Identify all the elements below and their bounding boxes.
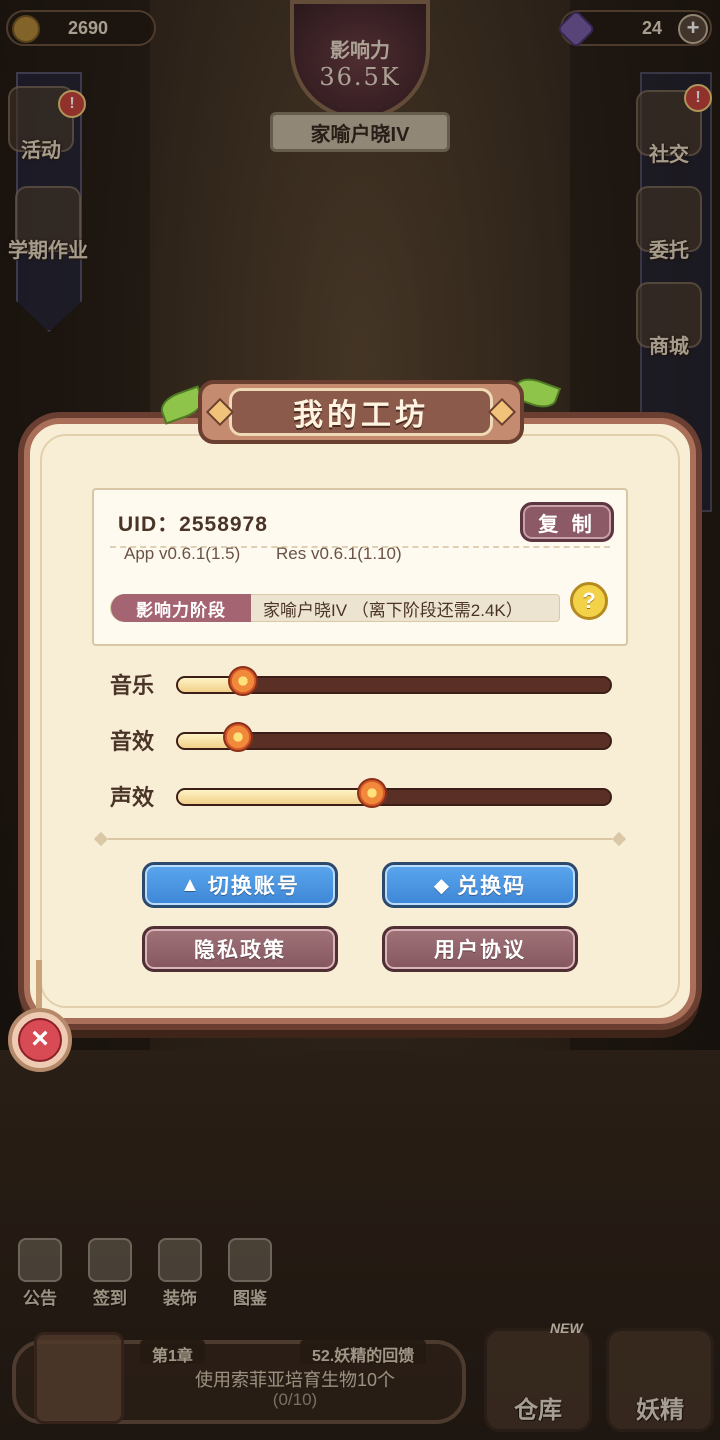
influence-stage-row: 影响力阶段 家喻户晓IV （离下阶段还需2.4K） <box>110 594 560 622</box>
user-agreement-button[interactable]: 用户协议 <box>382 926 578 972</box>
voice-slider[interactable] <box>176 778 612 808</box>
notice-label: 公告 <box>23 1289 57 1308</box>
shop-button[interactable]: 商城 <box>636 282 702 359</box>
task-title: 52.妖精的回馈 <box>300 1340 427 1365</box>
section-divider <box>93 831 627 847</box>
influence-badge[interactable]: 影响力 36.5K 家喻户晓IV <box>270 0 450 160</box>
bottom-quick-icons: 公告 签到 装饰 图鉴 <box>8 1238 282 1309</box>
copy-uid-button[interactable]: 复 制 <box>520 502 614 542</box>
dialog-title: 我的工坊 <box>229 388 493 436</box>
rope-decoration <box>36 960 42 1012</box>
collection-button[interactable]: 图鉴 <box>218 1238 282 1309</box>
divider-line <box>108 838 612 840</box>
sfx-slider-row: 音效 <box>110 720 614 760</box>
account-info-card: UID：2558978 复 制 App v0.6.1(1.5) Res v0.6… <box>92 488 628 646</box>
checkin-label: 签到 <box>93 1289 127 1308</box>
voice-slider-knob-icon[interactable] <box>357 778 388 808</box>
warehouse-button[interactable]: 仓库 <box>484 1328 592 1432</box>
sfx-slider-knob-icon[interactable] <box>223 722 254 752</box>
voice-label: 声效 <box>110 785 155 810</box>
music-slider[interactable] <box>176 666 612 696</box>
close-button[interactable]: × <box>8 1008 72 1072</box>
sfx-slider[interactable] <box>176 722 612 752</box>
coin-amount: 2690 <box>67 17 108 38</box>
influence-stage-label: 影响力阶段 <box>111 594 251 622</box>
influence-label: 影响力 <box>330 39 390 62</box>
checkin-button[interactable]: 签到 <box>78 1238 142 1309</box>
music-slider-row: 音乐 <box>110 664 614 704</box>
commission-label: 委托 <box>649 240 689 262</box>
homework-label: 学期作业 <box>8 240 88 262</box>
uid-text: UID：2558978 <box>118 513 268 536</box>
privacy-policy-button[interactable]: 隐私政策 <box>142 926 338 972</box>
shop-label: 商城 <box>649 336 689 358</box>
redeem-code-label: 兑换码 <box>457 875 527 898</box>
book-icon <box>228 1238 272 1282</box>
event-label: 活动 <box>21 140 61 162</box>
redeem-code-button[interactable]: ◆ 兑换码 <box>382 862 578 908</box>
music-label: 音乐 <box>110 673 155 698</box>
warehouse-label: 仓库 <box>514 1397 562 1424</box>
dialog-title-plate: 我的工坊 <box>198 380 524 444</box>
switch-account-label: 切换账号 <box>207 875 300 898</box>
voice-slider-row: 声效 <box>110 776 614 816</box>
fairy-label: 妖精 <box>636 1397 684 1424</box>
chapter-tag: 第1章 <box>140 1340 205 1365</box>
coin-counter: 2690 <box>6 10 156 46</box>
gem-counter: 24 + <box>556 9 712 49</box>
question-icon[interactable]: ? <box>570 582 608 620</box>
task-description: 使用索菲亚培育生物10个 <box>194 1370 396 1390</box>
close-icon: × <box>18 1018 62 1062</box>
influence-value: 36.5K <box>319 62 401 91</box>
music-slider-knob-icon[interactable] <box>227 666 258 696</box>
collection-label: 图鉴 <box>233 1289 267 1308</box>
semester-homework-button[interactable]: 学期作业 <box>8 186 88 263</box>
event-alert-icon: ! <box>58 90 86 118</box>
influence-stage-value: 家喻户晓IV （离下阶段还需2.4K） <box>263 600 523 620</box>
witch-hat-icon: ▲ <box>180 873 202 896</box>
rank-ribbon: 家喻户晓IV <box>270 112 450 152</box>
add-gems-icon[interactable]: + <box>678 14 708 44</box>
commission-button[interactable]: 委托 <box>636 186 702 263</box>
switch-account-button[interactable]: ▲ 切换账号 <box>142 862 338 908</box>
notice-icon <box>18 1238 62 1282</box>
decorate-button[interactable]: 装饰 <box>148 1238 212 1309</box>
sfx-label: 音效 <box>110 729 155 754</box>
voice-slider-fill <box>178 790 373 804</box>
notice-button[interactable]: 公告 <box>8 1238 72 1309</box>
social-alert-icon: ! <box>684 84 712 112</box>
coin-icon <box>12 15 40 43</box>
fairy-button[interactable]: 妖精 <box>606 1328 714 1432</box>
task-book-icon <box>34 1332 124 1424</box>
social-label: 社交 <box>649 144 689 166</box>
gem-amount: 24 <box>641 17 662 38</box>
ticket-icon: ◆ <box>433 874 452 897</box>
res-version: Res v0.6.1(1.10) <box>276 544 402 563</box>
paint-roller-icon <box>158 1238 202 1282</box>
decorate-label: 装饰 <box>163 1289 197 1308</box>
new-badge: NEW <box>550 1320 583 1336</box>
task-progress: (0/10) <box>272 1390 318 1409</box>
influence-emblem: 影响力 36.5K <box>290 0 430 120</box>
app-version: App v0.6.1(1.5) <box>124 544 241 563</box>
calendar-icon <box>88 1238 132 1282</box>
